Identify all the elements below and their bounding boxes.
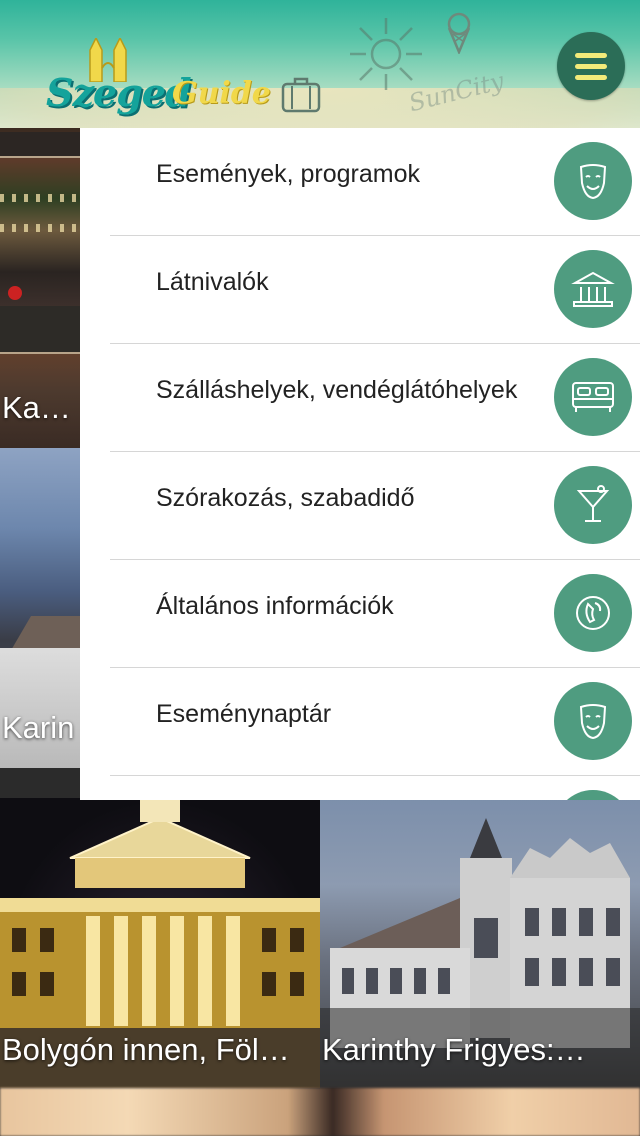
menu-item-leisure[interactable]: Szórakozás, szabadidő: [80, 452, 640, 560]
theater-mask-icon: [554, 142, 632, 220]
bed-icon: [554, 358, 632, 436]
sun-icon: [350, 18, 422, 90]
navigation-menu: Események, programok Látnivalók Szállásh…: [80, 128, 640, 800]
menu-item-label: Szórakozás, szabadidő: [156, 484, 415, 512]
suitcase-icon: [281, 77, 321, 113]
menu-item-label: Események, programok: [156, 160, 421, 188]
menu-item-next-icon[interactable]: [554, 790, 632, 800]
tile-partial-bottom[interactable]: [0, 1088, 640, 1136]
menu-item-sights[interactable]: Látnivalók: [80, 236, 640, 344]
hamburger-icon: [575, 52, 607, 58]
logo-text-szeged: Szeged: [46, 70, 192, 115]
app-header: Szeged Guide SunCity: [0, 0, 640, 128]
tile-caption: Karác: [2, 390, 76, 425]
logo-text-guide: Guide: [172, 76, 271, 111]
menu-button[interactable]: [557, 32, 625, 100]
theater-mask-icon: [554, 682, 632, 760]
menu-item-accommodation[interactable]: Szálláshelyek, vendéglátóhelyek: [80, 344, 640, 452]
tile-karinthy-frigyes[interactable]: Karinthy Frigyes:…: [320, 798, 640, 1088]
menu-item-label: Látnivalók: [156, 268, 269, 296]
menu-item-event-calendar[interactable]: Eseménynaptár: [80, 668, 640, 776]
menu-item-label: Eseménynaptár: [156, 700, 332, 728]
phone-icon: [554, 574, 632, 652]
tile-christmas-market[interactable]: Karác: [0, 128, 80, 448]
tile-karinthy-dusk[interactable]: Karin: [0, 448, 80, 768]
ice-cream-icon: [447, 12, 471, 54]
museum-icon: [554, 250, 632, 328]
tile-caption: Karin: [2, 710, 75, 745]
cocktail-icon: [554, 466, 632, 544]
tile-caption: Karinthy Frigyes:…: [322, 1032, 586, 1067]
tile-theatre-night[interactable]: Bolygón innen, Föl…: [0, 798, 320, 1088]
menu-item-label: Szálláshelyek, vendéglátóhelyek: [156, 376, 518, 404]
tile-caption: Bolygón innen, Föl…: [2, 1032, 290, 1067]
menu-divider: [110, 775, 640, 776]
menu-item-events[interactable]: Események, programok: [80, 128, 640, 236]
menu-item-label: Általános információk: [156, 592, 394, 620]
menu-item-general-info[interactable]: Általános információk: [80, 560, 640, 668]
app-logo: Szeged Guide: [46, 36, 271, 126]
